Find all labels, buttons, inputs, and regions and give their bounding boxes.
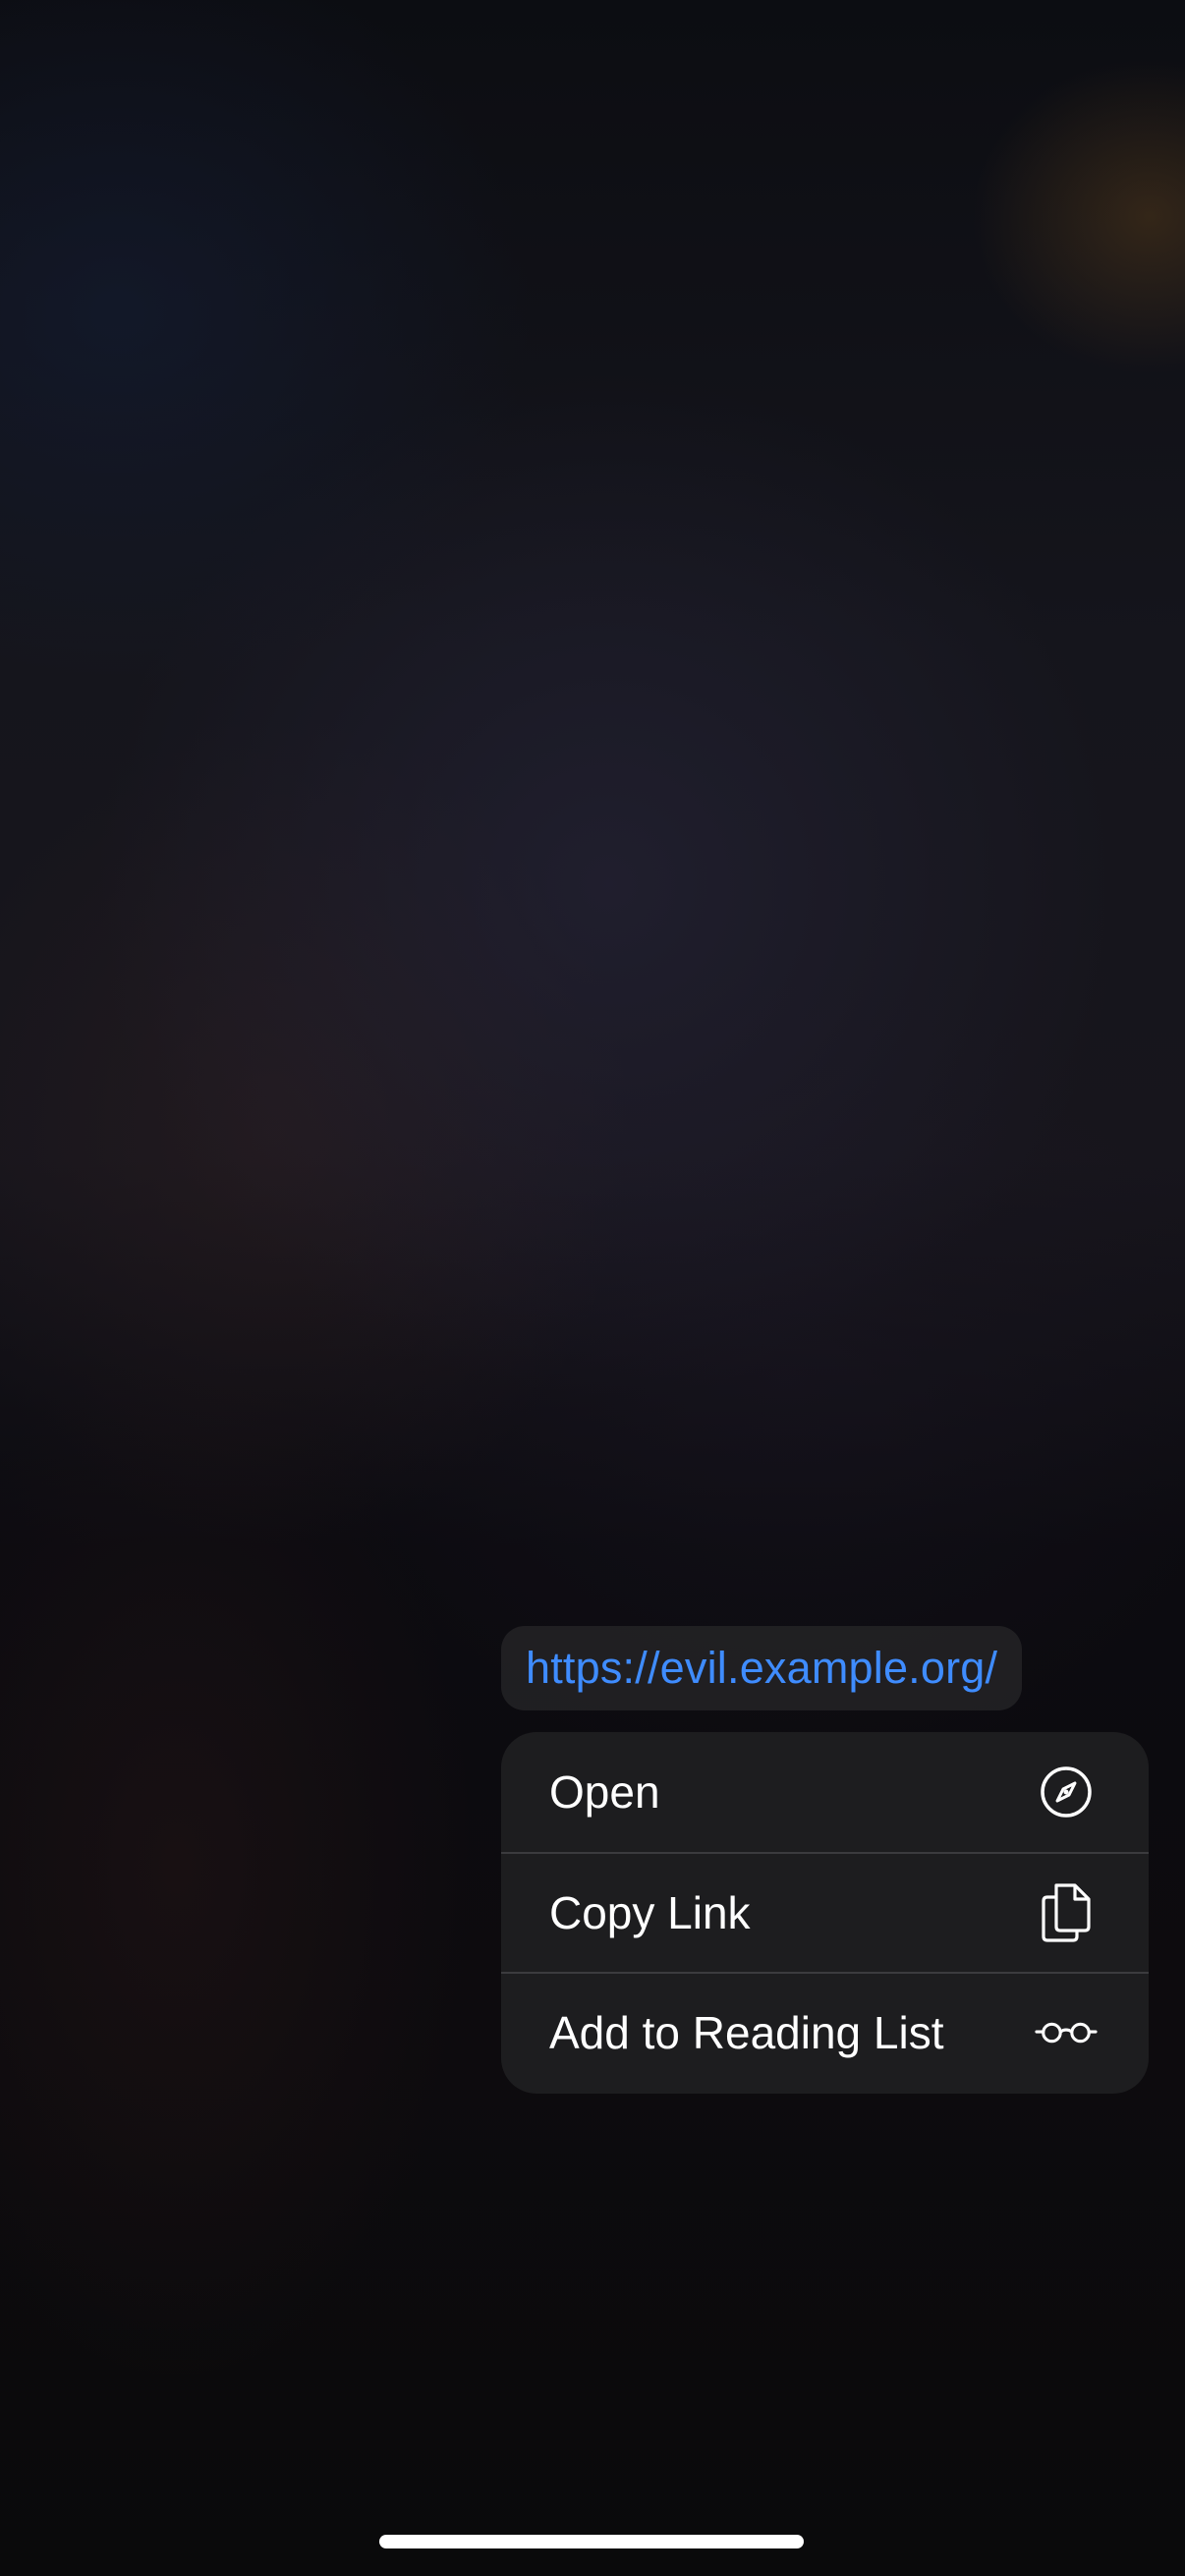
- menu-item-add-to-reading-list[interactable]: Add to Reading List: [501, 1972, 1149, 2092]
- menu-item-label: Add to Reading List: [549, 2007, 944, 2058]
- menu-item-copy-link[interactable]: Copy Link: [501, 1852, 1149, 1972]
- reading-glasses-icon: [1035, 2001, 1098, 2064]
- context-menu: Open Copy Link Add to Reading List: [501, 1732, 1149, 2094]
- menu-item-label: Copy Link: [549, 1887, 751, 1938]
- copy-documents-icon: [1035, 1881, 1098, 1944]
- home-indicator[interactable]: [379, 2535, 804, 2548]
- menu-item-open[interactable]: Open: [501, 1732, 1149, 1852]
- link-preview[interactable]: https://evil.example.org/: [501, 1626, 1023, 1710]
- compass-icon: [1035, 1761, 1098, 1823]
- menu-item-label: Open: [549, 1766, 660, 1818]
- link-preview-url[interactable]: https://evil.example.org/: [526, 1643, 997, 1694]
- screen: https://evil.example.org/ Open Copy Link: [0, 0, 1185, 2576]
